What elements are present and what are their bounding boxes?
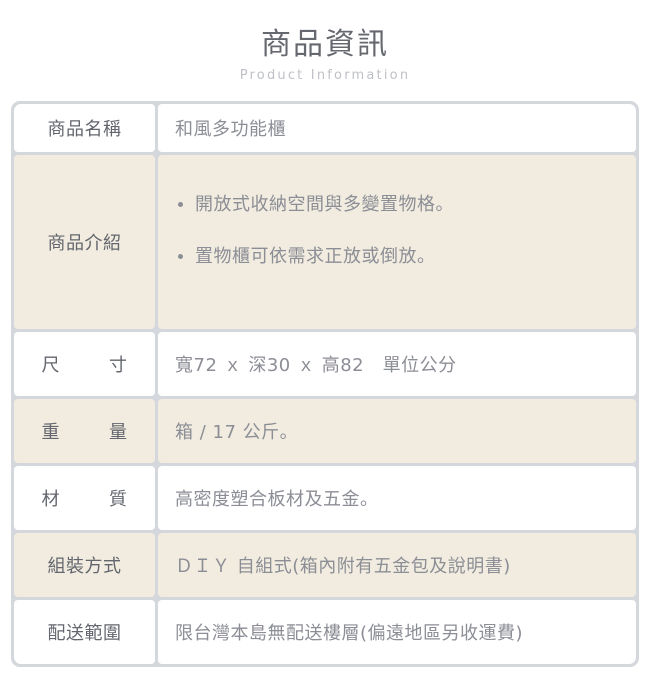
label-text: 商品名稱	[47, 119, 122, 140]
label-text: 組裝方式	[47, 556, 122, 577]
intro-bullet-list: 開放式收納空間與多變置物格。 置物櫃可依需求正放或倒放。	[178, 193, 636, 269]
bullet-dot-icon	[178, 254, 183, 259]
product-information-page: 商品資訊 Product Information 商品名稱 和風多功能櫃 商品介…	[0, 0, 650, 680]
row-value-delivery-scope: 限台灣本島無配送樓層(偏遠地區另收運費)	[158, 600, 636, 664]
row-label-weight: 重 量	[14, 399, 155, 463]
list-item: 置物櫃可依需求正放或倒放。	[178, 245, 636, 269]
list-item: 開放式收納空間與多變置物格。	[178, 193, 636, 217]
row-value-assembly: ＤＩＹ 自組式(箱內附有五金包及說明書)	[158, 533, 636, 597]
row-label-material: 材 質	[14, 466, 155, 530]
row-value-product-name: 和風多功能櫃	[158, 104, 636, 152]
table-row: 配送範圍 限台灣本島無配送樓層(偏遠地區另收運費)	[14, 600, 636, 664]
row-value-weight: 箱 / 17 公斤。	[158, 399, 636, 463]
list-item-text: 置物櫃可依需求正放或倒放。	[195, 246, 436, 267]
table-row: 組裝方式 ＤＩＹ 自組式(箱內附有五金包及說明書)	[14, 533, 636, 597]
table-row: 商品名稱 和風多功能櫃	[14, 104, 636, 152]
table-row: 商品介紹 開放式收納空間與多變置物格。 置物櫃可依需求正放或倒放。	[14, 155, 636, 329]
row-label-product-name: 商品名稱	[14, 104, 155, 152]
page-title: 商品資訊	[261, 27, 389, 62]
table-row: 材 質 高密度塑合板材及五金。	[14, 466, 636, 530]
page-header: 商品資訊 Product Information	[0, 0, 650, 84]
label-text: 尺 寸	[41, 355, 128, 376]
row-value-dimensions: 寬72 ｘ 深30 ｘ 高82 單位公分	[158, 332, 636, 396]
table-row: 重 量 箱 / 17 公斤。	[14, 399, 636, 463]
label-text: 材 質	[41, 489, 128, 510]
label-text: 配送範圍	[47, 623, 122, 644]
row-label-product-intro: 商品介紹	[14, 155, 155, 329]
row-value-product-intro: 開放式收納空間與多變置物格。 置物櫃可依需求正放或倒放。	[158, 155, 636, 329]
label-text: 重 量	[41, 422, 128, 443]
specification-table: 商品名稱 和風多功能櫃 商品介紹 開放式收納空間與多變置物格。 置物櫃可依需求正…	[11, 101, 639, 667]
list-item-text: 開放式收納空間與多變置物格。	[195, 194, 454, 215]
label-text: 商品介紹	[47, 233, 122, 254]
bullet-dot-icon	[178, 202, 183, 207]
table-row: 尺 寸 寬72 ｘ 深30 ｘ 高82 單位公分	[14, 332, 636, 396]
row-label-assembly: 組裝方式	[14, 533, 155, 597]
page-subtitle: Product Information	[239, 68, 411, 83]
row-label-delivery-scope: 配送範圍	[14, 600, 155, 664]
row-label-dimensions: 尺 寸	[14, 332, 155, 396]
row-value-material: 高密度塑合板材及五金。	[158, 466, 636, 530]
